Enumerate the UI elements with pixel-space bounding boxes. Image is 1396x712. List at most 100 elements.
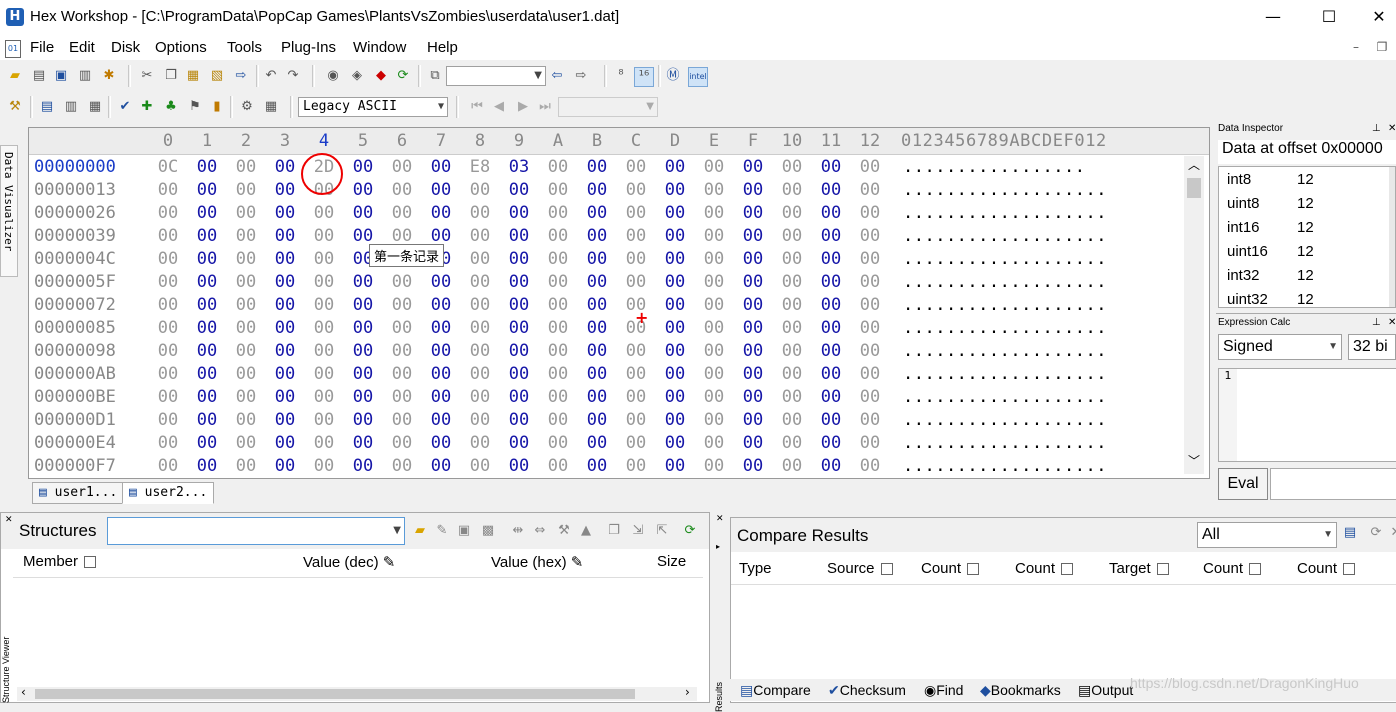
ascii-text[interactable]: ................... (903, 387, 1107, 407)
hex-byte[interactable]: 00 (543, 456, 573, 476)
hex-byte[interactable]: 00 (465, 272, 495, 292)
pin-icon[interactable]: ▸ (716, 542, 720, 551)
hex-byte[interactable]: 00 (816, 387, 846, 407)
hex-byte[interactable]: 00 (348, 203, 378, 223)
close-button[interactable]: ✕ (1364, 6, 1394, 28)
hex-byte[interactable]: 00 (309, 341, 339, 361)
ascii-text[interactable]: ................. (903, 157, 1086, 177)
hex-byte[interactable]: 00 (504, 249, 534, 269)
inspector-scrollbar[interactable] (1389, 167, 1395, 307)
hex-byte[interactable]: 00 (738, 226, 768, 246)
tab-compare[interactable]: ▤Compare (740, 682, 811, 699)
mdi-restore-button[interactable]: ❐ (1372, 40, 1392, 58)
open-drive-icon[interactable]: ▤ (30, 67, 48, 85)
hex-byte[interactable]: 00 (426, 341, 456, 361)
hex-byte[interactable]: 00 (543, 180, 573, 200)
hex-byte[interactable]: 00 (621, 203, 651, 223)
hex-byte[interactable]: 00 (777, 272, 807, 292)
bit-width-select[interactable]: 32 bi (1348, 334, 1396, 360)
compare-filter-select[interactable]: All ▼ (1197, 522, 1337, 548)
hex-byte[interactable]: 03 (504, 157, 534, 177)
hex-byte[interactable]: 00 (348, 272, 378, 292)
hex-byte[interactable]: 00 (270, 157, 300, 177)
compare-next-icon[interactable]: ▥ (62, 98, 80, 116)
hex-byte[interactable]: 00 (777, 318, 807, 338)
hex-byte[interactable]: 00 (309, 318, 339, 338)
hex-byte[interactable]: 00 (699, 364, 729, 384)
hex-byte[interactable]: 00 (738, 157, 768, 177)
hex-byte[interactable]: 00 (153, 180, 183, 200)
hex-byte[interactable]: 00 (387, 295, 417, 315)
ascii-text[interactable]: ................... (903, 410, 1107, 430)
hex-byte[interactable]: 00 (660, 157, 690, 177)
hex-byte[interactable]: 00 (192, 226, 222, 246)
hex-byte[interactable]: 00 (621, 410, 651, 430)
first-record-icon[interactable]: ⏮ (468, 98, 486, 116)
hex-byte[interactable]: 00 (855, 410, 885, 430)
hex-byte[interactable]: 00 (660, 318, 690, 338)
hex-byte[interactable]: 00 (426, 180, 456, 200)
hex-byte[interactable]: 00 (582, 272, 612, 292)
hex-byte[interactable]: 00 (231, 295, 261, 315)
bookmark-icon[interactable]: ⚑ (186, 98, 204, 116)
next-record-icon[interactable]: ▶ (514, 98, 532, 116)
hex-byte[interactable]: 00 (309, 226, 339, 246)
hex-byte[interactable]: 00 (582, 295, 612, 315)
hex-byte[interactable]: 00 (621, 272, 651, 292)
hex-byte[interactable]: 00 (348, 180, 378, 200)
hex-byte[interactable]: 00 (699, 410, 729, 430)
hex-byte[interactable]: 00 (465, 226, 495, 246)
file-tab-user1[interactable]: ▤ user1... (32, 482, 125, 504)
hex-byte[interactable]: 00 (504, 203, 534, 223)
refresh-icon[interactable]: ⟳ (681, 522, 699, 540)
hex-byte[interactable]: 00 (621, 364, 651, 384)
clear-icon[interactable]: ✕ (1387, 524, 1396, 542)
inspector-value[interactable]: 12 (1297, 291, 1314, 307)
ascii-text[interactable]: ................... (903, 456, 1107, 476)
hex-byte[interactable]: 00 (465, 295, 495, 315)
hex-byte[interactable]: 00 (465, 341, 495, 361)
hex-byte[interactable]: 00 (192, 157, 222, 177)
menu-options[interactable]: Options (155, 39, 207, 56)
open-folder-icon[interactable]: ▰ (6, 67, 24, 85)
hex-byte[interactable]: 00 (231, 203, 261, 223)
scroll-right-arrow-icon[interactable]: › (685, 685, 690, 699)
row-address[interactable]: 000000F7 (34, 456, 116, 476)
structure-viewer-side-label[interactable]: Structure Viewer (1, 633, 11, 703)
data-visualizer-tab[interactable]: Data Visualizer (0, 145, 18, 277)
hex-byte[interactable]: 00 (660, 456, 690, 476)
hex-byte[interactable]: 00 (270, 295, 300, 315)
goto-icon[interactable]: ⧉ (426, 67, 444, 85)
inspector-value[interactable]: 12 (1297, 267, 1314, 284)
edit-icon[interactable]: ✎ (433, 522, 451, 540)
print-icon[interactable]: ▥ (76, 67, 94, 85)
paste-icon[interactable]: ▦ (184, 67, 202, 85)
hex-byte[interactable]: 00 (270, 433, 300, 453)
hex-byte[interactable]: 00 (660, 433, 690, 453)
hex-byte[interactable]: 00 (543, 433, 573, 453)
export-icon[interactable]: ⇨ (232, 67, 250, 85)
up-icon[interactable]: ▲ (577, 522, 595, 540)
ascii-text[interactable]: ................... (903, 203, 1107, 223)
row-address[interactable]: 00000072 (34, 295, 116, 315)
hex-byte[interactable]: 00 (348, 226, 378, 246)
prev-record-icon[interactable]: ◀ (490, 98, 508, 116)
hex-byte[interactable]: 00 (192, 456, 222, 476)
hex-byte[interactable]: 00 (621, 180, 651, 200)
hex-byte[interactable]: 00 (348, 295, 378, 315)
structure-select[interactable]: ▼ (107, 517, 405, 545)
hex-byte[interactable]: 00 (738, 272, 768, 292)
hex-byte[interactable]: 00 (309, 364, 339, 384)
compare-column-count[interactable]: Count (1203, 560, 1262, 577)
hex-byte[interactable]: 00 (621, 433, 651, 453)
hex-byte[interactable]: 00 (387, 318, 417, 338)
hex-byte[interactable]: 00 (465, 180, 495, 200)
pin-icon[interactable]: ⊥ (1372, 317, 1381, 328)
hex-byte[interactable]: 00 (426, 387, 456, 407)
menu-plugins[interactable]: Plug-Ins (281, 39, 336, 56)
copy-structure-icon[interactable]: ❐ (605, 522, 623, 540)
hex-byte[interactable]: 00 (348, 387, 378, 407)
tab-bookmarks[interactable]: ◆Bookmarks (980, 682, 1061, 699)
compare-column-count[interactable]: Count (921, 560, 980, 577)
hex-byte[interactable]: 00 (660, 180, 690, 200)
